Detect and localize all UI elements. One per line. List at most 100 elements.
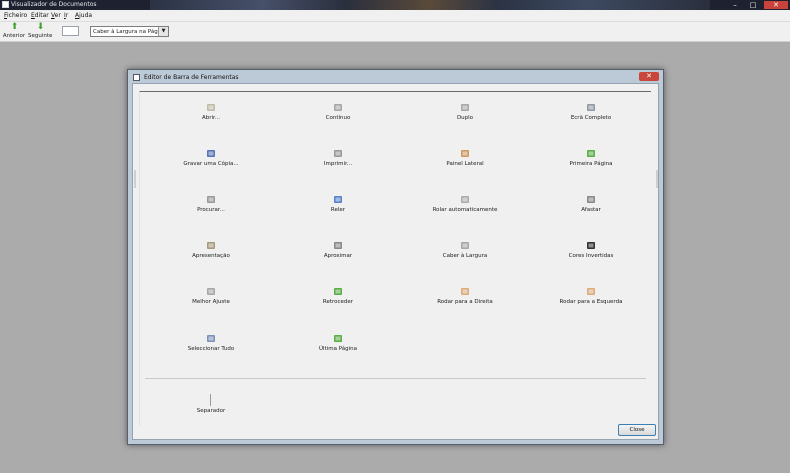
zoom-out-icon xyxy=(586,195,596,204)
toolbar-item-label: Primeira Página xyxy=(569,161,613,167)
minimize-icon[interactable]: – xyxy=(727,1,743,9)
toolbar-item-label: Afastar xyxy=(581,207,601,213)
toolbar-item-label: Caber à Largura xyxy=(442,253,488,259)
folder-icon xyxy=(206,103,216,112)
next-label: Seguinte xyxy=(28,33,53,39)
toolbar-item-label: Rodar para a Direita xyxy=(437,299,493,305)
main-toolbar: ⬆ Anterior ⬇ Seguinte Caber à Largura na… xyxy=(0,22,790,42)
toolbar-item-label: Imprimir... xyxy=(323,161,353,167)
printer-icon xyxy=(333,149,343,158)
toolbar-item-label: Apresentação xyxy=(192,253,230,259)
toolbar-item[interactable]: Última Página xyxy=(278,332,398,362)
toolbar-item-label: Reler xyxy=(330,207,346,213)
app-icon xyxy=(2,1,9,8)
toolbar-item[interactable]: Procurar... xyxy=(151,193,271,223)
toolbar-item[interactable]: Abrir... xyxy=(151,101,271,131)
zoom-value: Caber à Largura na Página xyxy=(93,29,167,35)
toolbar-item-label: Abrir... xyxy=(201,115,221,121)
toolbar-item[interactable]: Rodar para a Esquerda xyxy=(531,285,651,315)
back-label: Anterior xyxy=(2,33,26,39)
close-icon[interactable]: ✕ xyxy=(764,1,788,9)
toolbar-item-label: Painel Lateral xyxy=(446,161,484,167)
toolbar-item[interactable]: Rolar automaticamente xyxy=(405,193,525,223)
back-button[interactable]: ⬆ Anterior xyxy=(2,23,26,40)
toolbar-item-label: Melhor Ajuste xyxy=(192,299,230,305)
scroll-handle-right[interactable] xyxy=(656,170,658,188)
toolbar-item-label: Gravar uma Cópia... xyxy=(183,161,239,167)
select-all-icon xyxy=(206,334,216,343)
dialog-close-icon[interactable]: ✕ xyxy=(639,72,659,81)
menu-bar: Ficheiro Editar Ver Ir Ajuda xyxy=(0,10,790,22)
menu-ajuda[interactable]: Ajuda xyxy=(75,12,92,19)
menu-ver[interactable]: Ver xyxy=(51,12,61,19)
toolbar-item-label: Última Página xyxy=(318,346,358,352)
window-title-bar: Visualizador de Documentos – □ ✕ xyxy=(0,0,790,10)
save-icon xyxy=(206,149,216,158)
presentation-icon xyxy=(206,241,216,250)
toolbar-item[interactable]: Ecrã Completo xyxy=(531,101,651,131)
menu-ficheiro[interactable]: Ficheiro xyxy=(4,12,27,19)
divider xyxy=(145,378,646,379)
menu-editar[interactable]: Editar xyxy=(31,12,49,19)
separator-icon xyxy=(210,394,211,406)
toolbar-item[interactable]: Seleccionar Tudo xyxy=(151,332,271,362)
scroll-handle-left[interactable] xyxy=(134,170,136,188)
toolbar-item[interactable]: Duplo xyxy=(405,101,525,131)
toolbar-item-label: Procurar... xyxy=(197,207,225,213)
arrow-left-icon: ⬆ xyxy=(10,22,19,32)
continuous-icon xyxy=(333,103,343,112)
dialog-title: Editor de Barra de Ferramentas xyxy=(144,74,239,81)
search-icon xyxy=(206,195,216,204)
toolbar-item[interactable]: Painel Lateral xyxy=(405,147,525,177)
back-icon xyxy=(333,287,343,296)
toolbar-item[interactable]: Contínuo xyxy=(278,101,398,131)
fullscreen-icon xyxy=(586,103,596,112)
toolbar-editor-dialog: Editor de Barra de Ferramentas ✕ Abrir..… xyxy=(127,69,664,445)
toolbar-item[interactable]: Afastar xyxy=(531,193,651,223)
best-fit-icon xyxy=(206,287,216,296)
reload-icon xyxy=(333,195,343,204)
toolbar-item-label: Rodar para a Esquerda xyxy=(559,299,623,305)
toolbar-item[interactable]: Gravar uma Cópia... xyxy=(151,147,271,177)
inverted-colors-icon xyxy=(586,241,596,250)
first-page-icon xyxy=(586,149,596,158)
toolbar-item-label: Duplo xyxy=(456,115,474,121)
autoscroll-icon xyxy=(460,195,470,204)
page-number-input[interactable] xyxy=(62,26,79,36)
toolbar-item-label: Cores Invertidas xyxy=(568,253,614,259)
toolbar-item-label: Aproximar xyxy=(323,253,353,259)
toolbar-item-label: Seleccionar Tudo xyxy=(187,346,235,352)
side-pane-icon xyxy=(460,149,470,158)
rotate-left-icon xyxy=(586,287,596,296)
toolbar-item-label: Rolar automaticamente xyxy=(432,207,498,213)
toolbar-item[interactable]: Reler xyxy=(278,193,398,223)
chevron-down-icon[interactable]: ▼ xyxy=(158,27,168,36)
toolbar-item-label: Retroceder xyxy=(322,299,354,305)
zoom-in-icon xyxy=(333,241,343,250)
toolbar-item[interactable]: Aproximar xyxy=(278,239,398,269)
toolbar-item-label: Contínuo xyxy=(325,115,351,121)
toolbar-item[interactable]: Melhor Ajuste xyxy=(151,285,271,315)
maximize-icon[interactable]: □ xyxy=(745,1,761,9)
arrow-right-icon: ⬇ xyxy=(36,22,45,32)
fit-width-icon xyxy=(460,241,470,250)
toolbar-item[interactable]: Apresentação xyxy=(151,239,271,269)
separator-item[interactable]: Separador xyxy=(151,394,271,426)
dialog-body: Abrir... Contínuo Duplo Ecrã Completo Gravar… xyxy=(132,83,659,440)
toolbar-item[interactable]: Primeira Página xyxy=(531,147,651,177)
separator-label: Separador xyxy=(196,408,226,414)
toolbar-item[interactable]: Retroceder xyxy=(278,285,398,315)
toolbar-item[interactable]: Cores Invertidas xyxy=(531,239,651,269)
dual-page-icon xyxy=(460,103,470,112)
zoom-select[interactable]: Caber à Largura na Página ▼ xyxy=(90,26,169,37)
dialog-icon xyxy=(133,74,140,81)
toolbar-item[interactable]: Imprimir... xyxy=(278,147,398,177)
rotate-right-icon xyxy=(460,287,470,296)
taskbar-thumbnails xyxy=(150,0,710,10)
next-button[interactable]: ⬇ Seguinte xyxy=(28,23,52,40)
toolbar-item[interactable]: Caber à Largura xyxy=(405,239,525,269)
toolbar-item[interactable]: Rodar para a Direita xyxy=(405,285,525,315)
window-title: Visualizador de Documentos xyxy=(11,1,97,8)
menu-ir[interactable]: Ir xyxy=(64,12,68,19)
close-button[interactable]: Close xyxy=(618,424,656,436)
